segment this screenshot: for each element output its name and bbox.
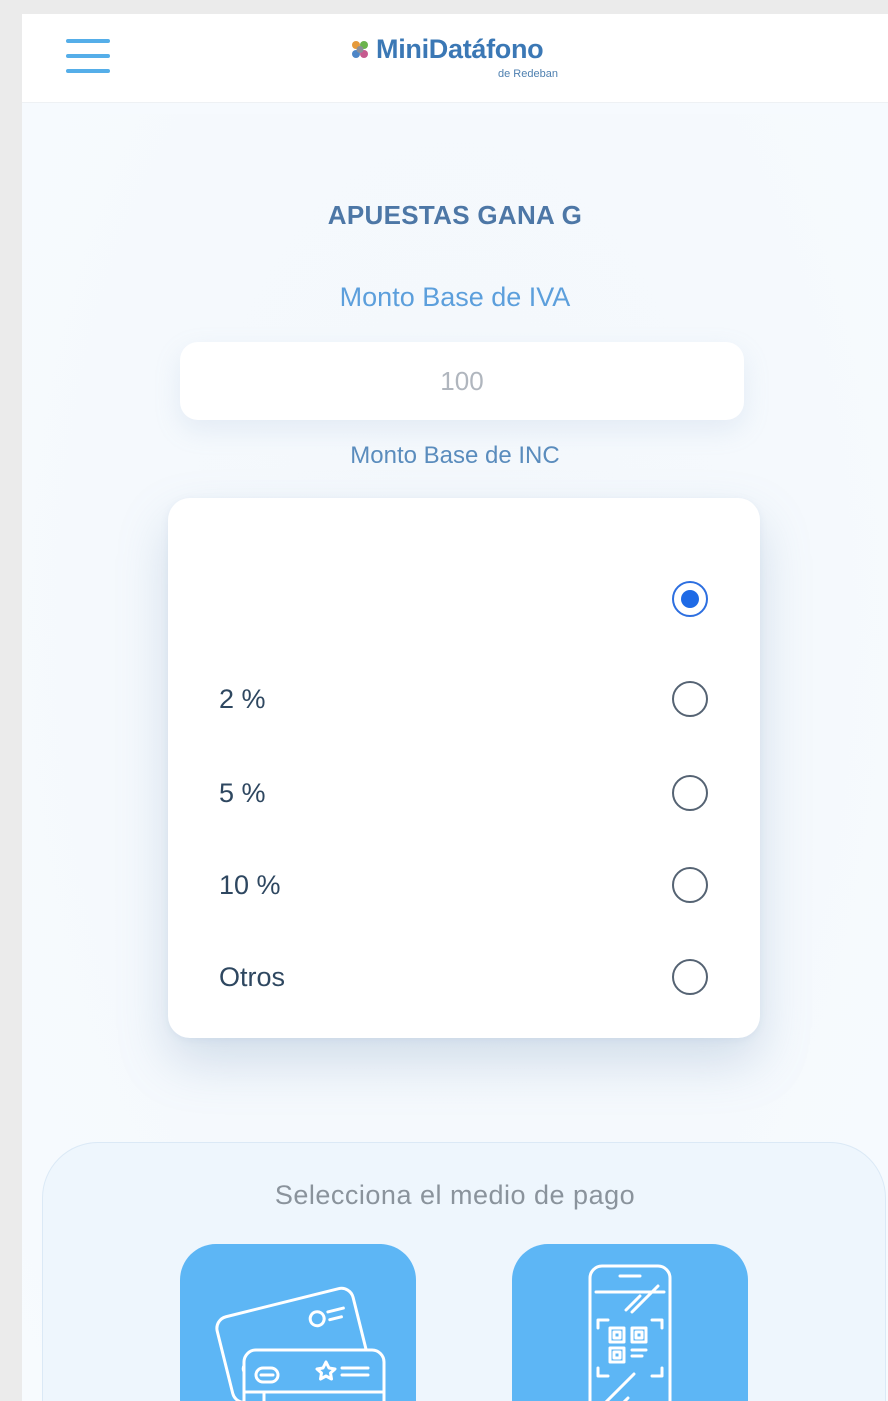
inc-option-blank[interactable] [168,566,760,636]
radio-icon[interactable] [672,959,708,995]
iva-label: Monto Base de IVA [339,282,571,312]
hamburger-menu-icon[interactable] [66,37,110,75]
app-logo: MiniDatáfono de Redeban [348,32,588,82]
qr-phone-icon [588,1264,672,1401]
qr-payment-button[interactable] [512,1244,748,1401]
inc-option-otros[interactable]: Otros [168,944,760,1014]
payment-label: Selecciona el medio de pago [274,1180,636,1210]
inc-label: Monto Base de INC [350,442,560,469]
inc-option-5[interactable]: 5 % [168,760,760,830]
inc-option-2[interactable]: 2 % [168,666,760,736]
merchant-name: APUESTAS GANA G [327,200,583,230]
app-header: MiniDatáfono de Redeban [22,14,888,103]
radio-selected-icon[interactable] [672,581,708,617]
inc-option-label: 10 % [219,870,281,900]
credit-cards-icon [215,1286,386,1401]
inc-option-label: 5 % [219,778,266,808]
inc-option-label: 2 % [219,684,266,714]
radio-icon[interactable] [672,867,708,903]
inc-options-card: 2 % 5 % 10 % Otros [168,498,760,1038]
logo-text: MiniDatáfono [376,34,544,64]
radio-icon[interactable] [672,775,708,811]
inc-option-label: Otros [219,962,286,992]
logo-subtitle: de Redeban [498,68,558,80]
logo-mark-icon [352,41,368,58]
radio-icon[interactable] [672,681,708,717]
card-payment-button[interactable] [180,1244,416,1401]
iva-amount-input[interactable] [180,342,744,420]
inc-option-10[interactable]: 10 % [168,852,760,922]
app-screen: MiniDatáfono de Redeban APUESTAS GANA G … [22,14,888,1401]
